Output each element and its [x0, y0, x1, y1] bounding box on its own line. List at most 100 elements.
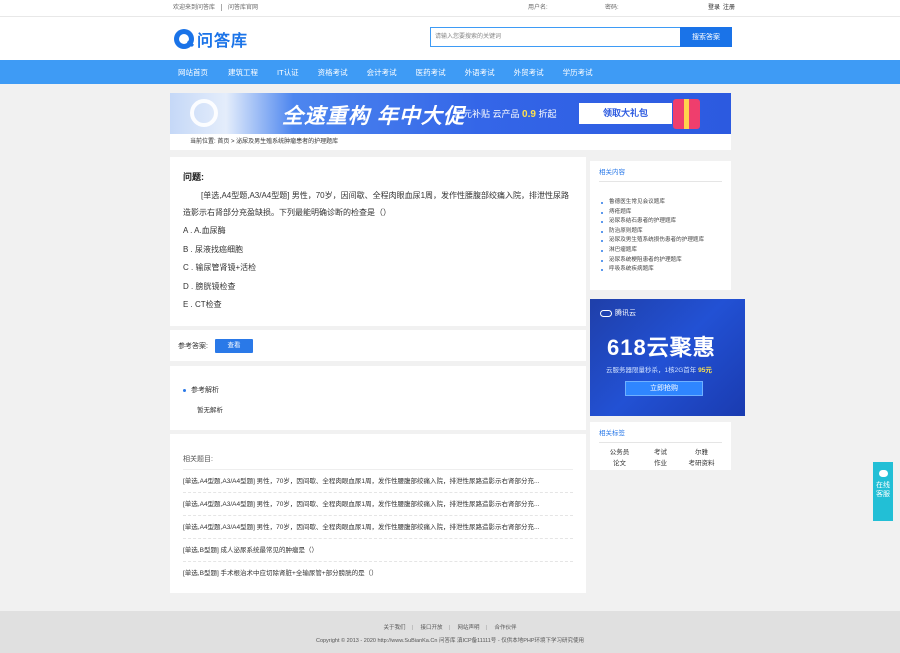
tag-grid: 公务员 考试 尔雅 论文 作业 考研资料 [599, 448, 722, 468]
banner-headline: 全速重构 年中大促 [282, 105, 465, 128]
option-e: E . CT检查 [183, 300, 222, 309]
nav-item-degree[interactable]: 学历考试 [563, 67, 593, 78]
related-title: 相关题目: [183, 454, 573, 470]
side-related-item[interactable]: 鲁德医生常见会议题库 [599, 198, 722, 208]
analysis-card: 参考解析 暂无解析 [170, 366, 586, 430]
gift-box-icon [673, 99, 700, 129]
related-item[interactable]: [单选,A4型题,A3/A4型题] 男性，70岁，因间歇、全程肉眼血尿1周，发作… [183, 493, 573, 516]
footer-link-about[interactable]: 关于我们 [384, 625, 406, 631]
logo-text: 问答库 [197, 33, 249, 50]
side-related-list: 鲁德医生常见会议题库 痔疮题库 泌尿系结石患者的护理题库 防治原则题库 泌尿及男… [599, 198, 722, 275]
password-label: 密码: [604, 5, 619, 11]
nav-item-qualification[interactable]: 资格考试 [318, 67, 348, 78]
side-related-panel: 相关内容 鲁德医生常见会议题库 痔疮题库 泌尿系结石患者的护理题库 防治原则题库… [590, 161, 731, 290]
side-tags-title: 相关标签 [599, 427, 722, 443]
breadcrumb: 当前位置: 首页 > 泌尿及男生殖系统肿瘤患者的护理题库 [170, 134, 731, 150]
login-area: 用户名: 密码: 登录 注册 [528, 0, 735, 17]
tag-item[interactable]: 论文 [599, 459, 640, 468]
ad-headline: 618云聚惠 [607, 335, 716, 360]
divider: | [485, 625, 487, 631]
cloud-ad[interactable]: 腾讯云 618云聚惠 云服务器限量秒杀，1核2G首年 95元 立即抢购 [590, 299, 745, 416]
side-related-item[interactable]: 防治原则题库 [599, 227, 722, 237]
banner-sub-suffix: 折起 [538, 109, 557, 119]
ad-desc-text: 云服务器限量秒杀，1核2G首年 [606, 367, 697, 374]
search-input[interactable] [430, 27, 680, 47]
option-b: B . 尿液找癌细胞 [183, 244, 244, 254]
option-a: A . A.血尿酶 [183, 226, 226, 235]
top-bar: 欢迎来到问答库 问答库官网 用户名: 密码: 登录 注册 [0, 0, 900, 17]
divider: | [411, 625, 413, 631]
related-item[interactable]: [单选,A4型题,A3/A4型题] 男性，70岁，因间歇、全程肉眼血尿1周，发作… [183, 516, 573, 539]
username-label: 用户名: [527, 5, 548, 11]
ad-desc-price: 95元 [698, 367, 712, 374]
nav-item-language[interactable]: 外语考试 [465, 67, 495, 78]
banner-sub-prefix: 亿元补贴 云产品 [454, 109, 520, 119]
login-link[interactable]: 登录 [708, 5, 720, 11]
side-related-item[interactable]: 泌尿系统梗阻患者的护理题库 [599, 256, 722, 266]
question-title: 问题: [183, 172, 204, 182]
search-form: 搜索答案 [430, 27, 732, 47]
footer: 关于我们 | 接口开放 | 网站声明 | 合作伙伴 Copyright © 2013 … [0, 611, 900, 653]
side-related-item[interactable]: 淋巴瘤题库 [599, 246, 722, 256]
analysis-content: 暂无解析 [197, 407, 223, 414]
banner-sub-highlight: 0.9 [522, 109, 536, 120]
related-questions-card: 相关题目: [单选,A4型题,A3/A4型题] 男性，70岁，因间歇、全程肉眼血… [170, 434, 586, 593]
side-related-item[interactable]: 泌尿系结石患者的护理题库 [599, 217, 722, 227]
analysis-header: 参考解析 [183, 385, 573, 395]
footer-links: 关于我们 | 接口开放 | 网站声明 | 合作伙伴 [0, 623, 900, 631]
related-item[interactable]: [单选,A4型题,A3/A4型题] 男性，70岁，因间歇、全程肉眼血尿1周，发作… [183, 470, 573, 493]
chat-bubble-icon [878, 470, 888, 477]
question-body: [单选,A4型题,A3/A4型题] 男性，70岁，因间歇、全程肉眼血尿1周，发作… [183, 191, 570, 217]
tag-item[interactable]: 考试 [640, 448, 681, 457]
footer-link-statement[interactable]: 网站声明 [457, 625, 479, 631]
online-service-button[interactable]: 在线 客服 [873, 462, 893, 521]
ad-brand-name: 腾讯云 [615, 310, 636, 317]
cloud-icon [600, 309, 612, 317]
service-label-1: 在线 [876, 482, 890, 489]
ad-description: 云服务器限量秒杀，1核2G首年 95元 [606, 364, 712, 374]
side-related-item[interactable]: 呼吸系统疾病题库 [599, 265, 722, 275]
nav-item-construction[interactable]: 建筑工程 [228, 67, 258, 78]
analysis-title: 参考解析 [191, 387, 219, 394]
nav-item-home[interactable]: 网站首页 [178, 67, 208, 78]
divider [221, 3, 223, 11]
footer-link-partners[interactable]: 合作伙伴 [494, 625, 516, 631]
tag-item[interactable]: 作业 [640, 459, 681, 468]
welcome-text: 欢迎来到问答库 [173, 5, 216, 11]
side-related-item[interactable]: 泌尿及男生殖系统损伤患者的护理题库 [599, 236, 722, 246]
related-item[interactable]: [单选,B型题] 手术根治术中应切除肾脏+全输尿管+部分膀胱的是（） [183, 562, 573, 585]
view-answer-button[interactable]: 查看 [214, 338, 253, 353]
ad-buy-button[interactable]: 立即抢购 [625, 381, 703, 396]
side-tags-panel: 相关标签 公务员 考试 尔雅 论文 作业 考研资料 [590, 422, 731, 470]
service-label-2: 客服 [876, 491, 890, 498]
tag-item[interactable]: 考研资料 [681, 459, 722, 468]
tag-item[interactable]: 公务员 [599, 448, 640, 457]
option-d: D . 膀胱镜检查 [183, 281, 236, 291]
cloud-logo-icon [190, 99, 218, 127]
question-card: 问题: [单选,A4型题,A3/A4型题] 男性，70岁，因间歇、全程肉眼血尿1… [170, 157, 586, 326]
promo-banner[interactable]: 全速重构 年中大促 亿元补贴 云产品 0.9 折起 领取大礼包 [170, 93, 731, 134]
side-related-title: 相关内容 [599, 166, 722, 182]
tag-item[interactable]: 尔雅 [681, 448, 722, 457]
nav-item-medicine[interactable]: 医药考试 [416, 67, 446, 78]
official-link[interactable]: 问答库官网 [228, 5, 258, 11]
answer-card: 参考答案: 查看 [170, 330, 586, 361]
site-logo[interactable]: 问答库 [174, 28, 248, 50]
copyright: Copyright © 2013 - 2020 http://www.SuBia… [315, 638, 585, 644]
divider: | [448, 625, 450, 631]
footer-link-api[interactable]: 接口开放 [421, 625, 443, 631]
banner-gift-button[interactable]: 领取大礼包 [579, 103, 672, 124]
nav-item-it[interactable]: IT认证 [277, 67, 299, 78]
top-bar-left: 欢迎来到问答库 问答库官网 [173, 0, 735, 17]
banner-subtext: 亿元补贴 云产品 0.9 折起 [454, 107, 556, 120]
related-item[interactable]: [单选,B型题] 成人泌尿系统最常见的肿瘤是（） [183, 539, 573, 562]
ad-brand: 腾讯云 [600, 308, 636, 318]
logo-q-icon [174, 29, 194, 49]
side-related-item[interactable]: 痔疮题库 [599, 208, 722, 218]
nav-item-accounting[interactable]: 会计考试 [367, 67, 397, 78]
answer-label: 参考答案: [178, 342, 208, 350]
option-c: C . 输尿管肾镜+活检 [183, 263, 257, 272]
nav-item-trade[interactable]: 外贸考试 [514, 67, 544, 78]
register-link[interactable]: 注册 [723, 5, 735, 11]
search-button[interactable]: 搜索答案 [680, 27, 732, 47]
